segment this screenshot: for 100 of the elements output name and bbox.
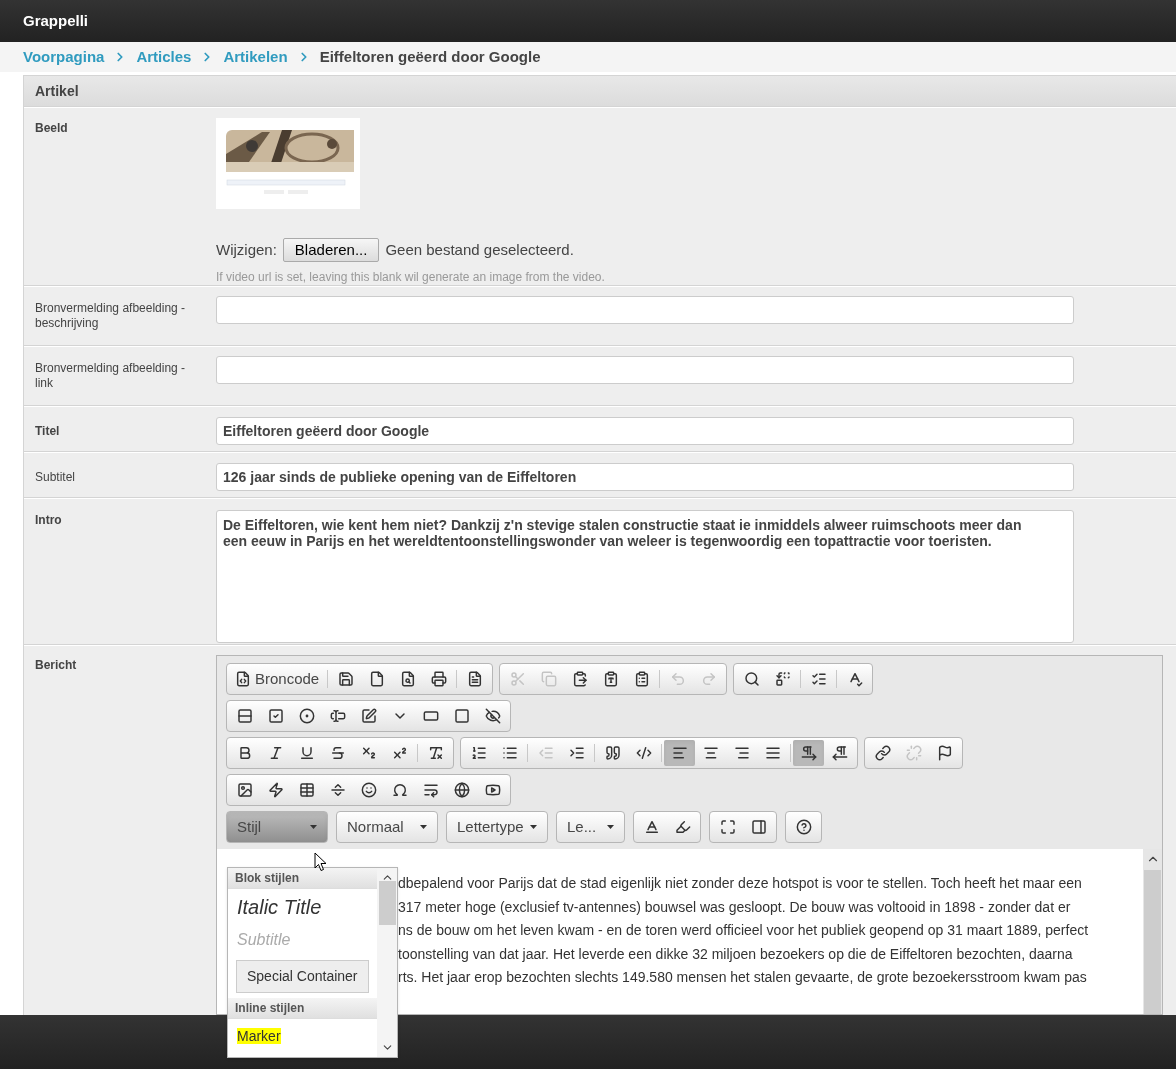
globe-icon xyxy=(453,782,470,798)
toolbar-button[interactable]: Broncode xyxy=(229,666,326,692)
menu-item[interactable]: Special Container xyxy=(236,960,369,993)
text-color-icon xyxy=(643,819,660,835)
paragraph-line: ns de bouw om het leven kwam - en de toren werd officieel voor het publiek geopend op 31 maart 1889, perfect xyxy=(398,921,1090,940)
link-icon xyxy=(874,745,891,761)
style-dropdown[interactable]: Stijl xyxy=(226,811,328,843)
text-field[interactable]: Eiffeltoren geëerd door Google xyxy=(216,417,1074,446)
smiley-icon xyxy=(360,782,377,798)
hidden-field-icon xyxy=(484,708,501,724)
undo-icon xyxy=(669,671,686,687)
paragraph-line: 317 meter hoge (exclusief tv-antennes) bouwsel was gesloopt. De bouw was voltooid in 1898 - zonder dat er xyxy=(398,897,1072,917)
help-text: If video url is set, leaving this blank wil generate an image from the video. xyxy=(216,269,605,286)
paragraph-line: dbepalend voor Parijs dat de stad eigenlijk niet zonder deze hotspot is voor te stellen. Toch heeft het maar een xyxy=(398,874,1083,893)
module-title: Artikel xyxy=(35,81,79,101)
clear-format-icon xyxy=(427,745,444,761)
caret-icon xyxy=(420,825,427,829)
file-status: Geen bestand geselecteerd. xyxy=(385,239,574,260)
style-dropdown[interactable]: Normaal xyxy=(336,811,438,843)
table-icon xyxy=(298,782,315,798)
help-icon xyxy=(795,819,812,835)
field-label: Bronvermelding afbeelding - beschrijving xyxy=(35,301,187,331)
pilcrow-right-icon xyxy=(800,745,817,761)
app-title: Grappelli xyxy=(23,10,89,31)
text-field[interactable] xyxy=(216,356,1074,385)
quote-icon xyxy=(604,745,621,761)
menu-item[interactable]: Italic Title xyxy=(228,889,377,925)
redo-icon xyxy=(700,671,717,687)
field-label: Bericht xyxy=(35,658,78,673)
save-icon xyxy=(337,671,354,687)
text-area[interactable]: De Eiffeltoren, wie kent hem niet? Dankzij z'n stevige stalen constructie staat ie inmiddels alweer ruimschoots meer dan een eeuw in Parijs en het wereldtentoonstellingswonder van weleer is tegenwoordig een topattractie voor toeristen. xyxy=(216,509,1074,643)
numbered-list-icon xyxy=(470,745,487,761)
video-icon xyxy=(484,782,501,798)
field-label: Subtitel xyxy=(35,470,77,486)
text-area-icon xyxy=(360,708,377,724)
outdent-icon xyxy=(537,745,554,761)
image-icon xyxy=(236,782,253,798)
field-label: Wijzigen: xyxy=(216,239,277,260)
pilcrow-left-icon xyxy=(831,745,848,761)
field-label: Intro xyxy=(35,512,63,528)
caret-icon xyxy=(310,825,317,829)
toolbar-button[interactable] xyxy=(664,740,695,766)
style-dropdown[interactable]: Le... xyxy=(556,811,625,843)
toolbar-button[interactable] xyxy=(793,740,824,766)
align-justify-icon xyxy=(764,745,781,761)
indent-icon xyxy=(568,745,585,761)
omega-icon xyxy=(391,782,408,798)
maximize-icon xyxy=(719,819,736,835)
text-field-icon xyxy=(329,708,346,724)
select-all-icon xyxy=(810,671,827,687)
superscript-icon xyxy=(391,745,408,761)
source-code-icon xyxy=(235,671,251,687)
button-icon xyxy=(422,708,439,724)
underline-icon xyxy=(298,745,315,761)
lightning-icon xyxy=(267,782,284,798)
blank-page-icon xyxy=(368,671,385,687)
caret-icon xyxy=(530,825,537,829)
preview-icon xyxy=(399,671,416,687)
show-blocks-icon xyxy=(750,819,767,835)
paragraph-line: toonstelling van dat jaar. Het leverde een dikke 32 miljoen bezoekers op die de Eiffeltoren bezochten, daarna xyxy=(398,944,1074,964)
unlink-icon xyxy=(905,745,922,761)
align-right-icon xyxy=(733,745,750,761)
menu-heading: Blok stijlen xyxy=(228,868,377,889)
radio-icon xyxy=(298,708,315,724)
scrollbar-thumb[interactable] xyxy=(378,880,396,925)
printer-icon xyxy=(430,671,447,687)
field-label: Beeld xyxy=(35,121,69,136)
horizontal-rule-icon xyxy=(329,782,346,798)
image-button-icon xyxy=(453,708,470,724)
breadcrumb-current: Eiffeltoren geëerd door Google xyxy=(319,46,541,67)
menu-heading: Inline stijlen xyxy=(228,998,377,1019)
paragraph-line: rts. Het jaar erop bezochten slechts 149.580 mensen het stalen gevaarte, de grote bezoekersstroom kwam pas xyxy=(398,968,1088,987)
document-icon xyxy=(466,671,483,687)
scrollbar-thumb[interactable] xyxy=(1144,870,1161,1014)
text-field[interactable]: 126 jaar sinds de publieke opening van de Eiffeltoren xyxy=(216,463,1074,492)
field-label: Titel xyxy=(35,424,61,440)
page-break-icon xyxy=(422,782,439,798)
paste-icon xyxy=(571,671,588,687)
replace-icon xyxy=(774,671,791,687)
text-field[interactable] xyxy=(216,296,1074,324)
menu-item[interactable]: Marker xyxy=(237,1028,281,1044)
form-icon xyxy=(236,708,253,724)
subscript-icon xyxy=(360,745,377,761)
highlighter-icon xyxy=(674,819,691,835)
copy-icon xyxy=(540,671,557,687)
field-label: Bronvermelding afbeelding - link xyxy=(35,361,187,392)
checkbox-icon xyxy=(267,708,284,724)
search-icon xyxy=(743,671,760,687)
scissors-icon xyxy=(509,671,526,687)
align-center-icon xyxy=(702,745,719,761)
align-left-icon xyxy=(671,745,688,761)
flag-icon xyxy=(936,745,953,761)
browse-button[interactable]: Bladeren... xyxy=(282,238,380,262)
paste-text-icon xyxy=(602,671,619,687)
strikethrough-icon xyxy=(329,745,346,761)
bulleted-list-icon xyxy=(501,745,518,761)
code-icon xyxy=(635,745,652,761)
style-dropdown[interactable]: Lettertype xyxy=(446,811,548,843)
caret-icon xyxy=(607,825,614,829)
paste-document-icon xyxy=(633,671,650,687)
